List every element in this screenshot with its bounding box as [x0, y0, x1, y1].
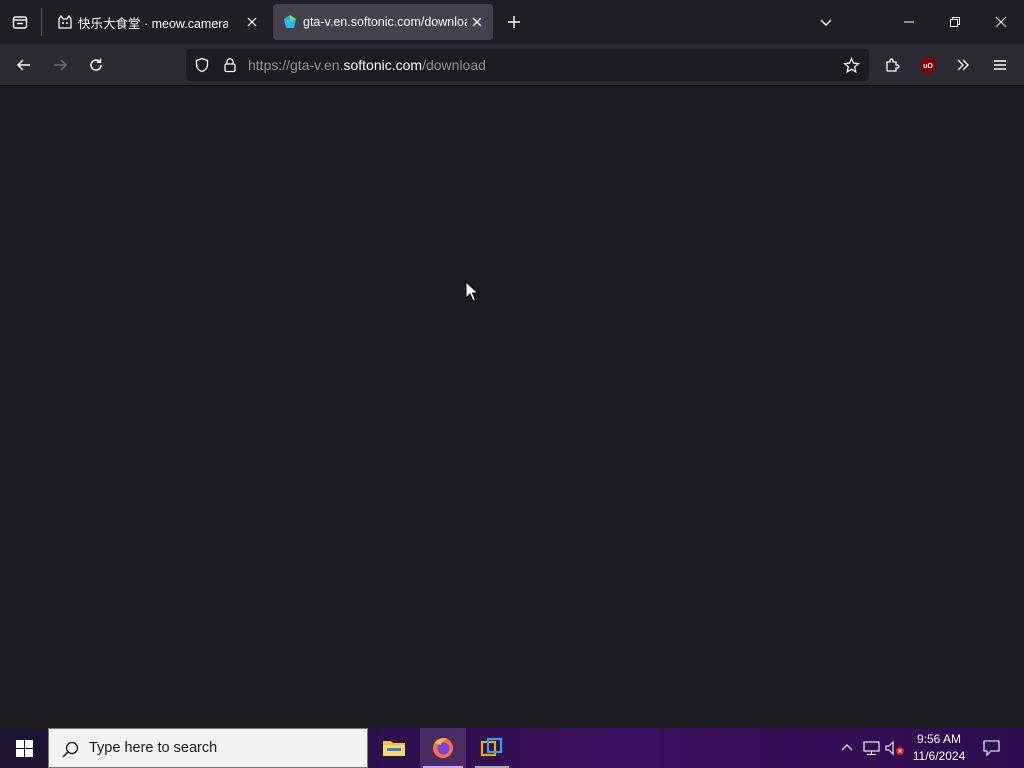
- volume-muted-icon[interactable]: [884, 739, 906, 757]
- extensions-icon[interactable]: [880, 53, 904, 77]
- firefox-icon: [433, 738, 453, 758]
- show-hidden-icons-chevron-icon[interactable]: [838, 739, 856, 757]
- search-icon: [61, 740, 79, 758]
- tab-softonic[interactable]: gta-v.en.softonic.com/download: [273, 4, 493, 40]
- mouse-cursor-icon: [465, 281, 479, 302]
- taskbar-search-box[interactable]: Type here to search: [48, 728, 368, 768]
- url-path: /download: [422, 57, 486, 73]
- forward-icon[interactable]: [48, 53, 72, 77]
- close-window-icon[interactable]: [978, 8, 1024, 36]
- windows-taskbar: Type here to search 9:56 AM 11/6/2024: [0, 728, 1024, 768]
- virtualbox-icon: [480, 737, 503, 757]
- page-content-area[interactable]: [0, 86, 1024, 728]
- svg-text:uO: uO: [923, 63, 933, 70]
- new-tab-icon[interactable]: [502, 10, 526, 34]
- tab-manager-icon[interactable]: [8, 10, 32, 34]
- tab-meow-camera[interactable]: 快乐大食堂 · meow.camera: [48, 4, 268, 40]
- search-placeholder: Type here to search: [89, 740, 218, 756]
- close-tab-icon[interactable]: [242, 12, 262, 32]
- cat-icon: [57, 14, 73, 30]
- virtualbox-taskbar-button[interactable]: [469, 728, 515, 768]
- file-explorer-button[interactable]: [371, 728, 417, 768]
- url-prefix: https://gta-v.en.: [248, 57, 344, 73]
- overflow-menu-icon[interactable]: [951, 53, 975, 77]
- softonic-icon: [282, 14, 298, 30]
- clock-date: 11/6/2024: [912, 749, 966, 763]
- system-clock[interactable]: 9:56 AM 11/6/2024: [904, 731, 974, 765]
- tab-bar: 快乐大食堂 · meow.camera gta-v.en.softonic.co…: [0, 0, 1024, 44]
- tab-divider: [41, 8, 42, 36]
- back-icon[interactable]: [12, 53, 36, 77]
- ublock-origin-icon[interactable]: uO: [916, 53, 940, 77]
- url-domain: softonic.com: [343, 57, 423, 73]
- lock-icon[interactable]: [222, 57, 238, 73]
- reload-icon[interactable]: [84, 53, 108, 77]
- action-center-notification-icon[interactable]: [976, 737, 1006, 759]
- clock-time: 9:56 AM: [916, 732, 962, 746]
- navigation-toolbar: https://gta-v.en.softonic.com/download u…: [0, 44, 1024, 86]
- folder-icon: [383, 741, 405, 756]
- close-tab-icon[interactable]: [467, 12, 487, 32]
- bookmark-star-icon[interactable]: [842, 56, 860, 74]
- tab-label: 快乐大食堂 · meow.camera: [78, 16, 228, 31]
- list-all-tabs-icon[interactable]: [814, 10, 838, 34]
- url-text[interactable]: https://gta-v.en.softonic.com/download: [248, 57, 486, 73]
- tracking-protection-shield-icon[interactable]: [194, 57, 210, 73]
- restore-icon[interactable]: [932, 8, 978, 36]
- minimize-icon[interactable]: [886, 8, 932, 36]
- firefox-taskbar-button[interactable]: [420, 728, 466, 768]
- url-bar[interactable]: https://gta-v.en.softonic.com/download: [186, 49, 869, 81]
- tab-label: gta-v.en.softonic.com/download: [303, 15, 467, 29]
- network-icon[interactable]: [861, 739, 881, 757]
- hamburger-menu-icon[interactable]: [988, 53, 1012, 77]
- start-windows-icon[interactable]: [0, 728, 48, 768]
